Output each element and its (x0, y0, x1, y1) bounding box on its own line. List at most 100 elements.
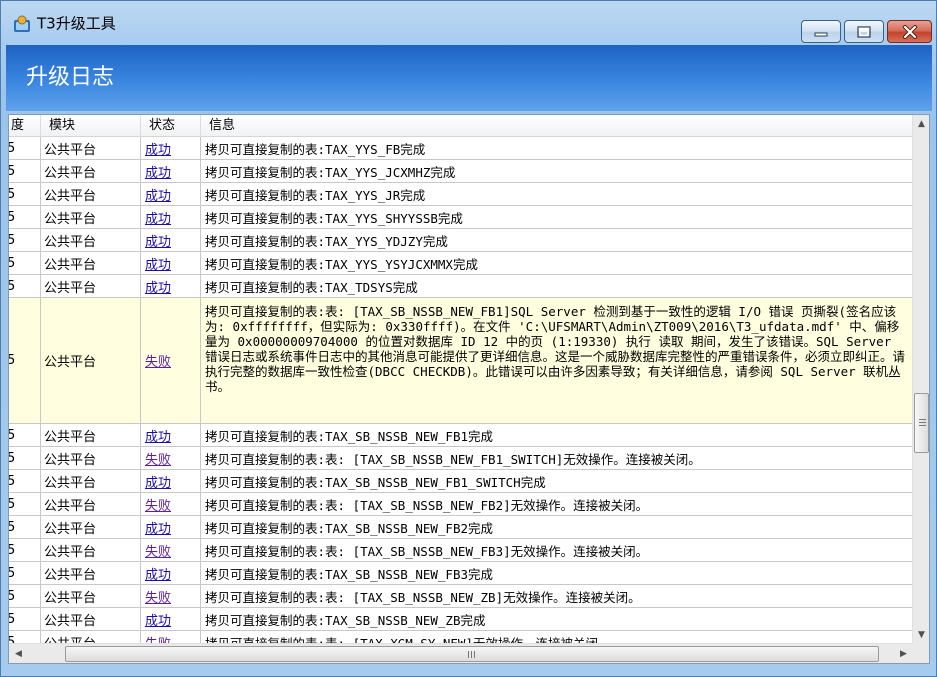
scroll-down-icon[interactable]: ▼ (913, 626, 929, 643)
cell-progress: 5 (9, 160, 41, 182)
table-row[interactable]: 5公共平台失败 拷贝可直接复制的表:表: [TAX_SB_NSSB_NEW_FB3… (9, 539, 913, 562)
cell-module: 公共平台 (41, 539, 141, 561)
table-row[interactable]: 5公共平台失败 拷贝可直接复制的表:表: [TAX_SB_NSSB_NEW_FB2… (9, 493, 913, 516)
status-link[interactable]: 成功 (145, 185, 171, 204)
status-link[interactable]: 成功 (145, 518, 171, 537)
table-row[interactable]: 5公共平台成功 拷贝可直接复制的表:TAX_YYS_SHYYSSB完成 (9, 206, 913, 229)
status-link[interactable]: 成功 (145, 472, 171, 491)
table-row[interactable]: 5公共平台失败 拷贝可直接复制的表:表: [TAX_XGM_SY_NEW]无效操作… (9, 631, 913, 643)
cell-status: 成功 (141, 275, 201, 297)
cell-progress: 5 (9, 298, 41, 423)
status-link[interactable]: 成功 (145, 254, 171, 273)
vertical-scroll-thumb[interactable] (914, 393, 929, 453)
grid-header: 度 模块 状态 信息 (9, 115, 913, 137)
status-link[interactable]: 失败 (145, 633, 171, 644)
status-link[interactable]: 成功 (145, 139, 171, 158)
cell-module: 公共平台 (41, 252, 141, 274)
title-bar[interactable]: T3升级工具 (1, 1, 936, 43)
cell-info: 拷贝可直接复制的表:表: [TAX_SB_NSSB_NEW_ZB]无效操作。连接… (205, 589, 641, 605)
minimize-button[interactable] (801, 20, 841, 43)
cell-status: 成功 (141, 424, 201, 446)
cell-module: 公共平台 (41, 608, 141, 630)
horizontal-scroll-thumb[interactable] (65, 646, 879, 662)
cell-info: 拷贝可直接复制的表:表: [TAX_SB_NSSB_NEW_FB3]无效操作。连… (205, 543, 649, 559)
status-link[interactable]: 失败 (145, 449, 171, 468)
column-header-module[interactable]: 模块 (41, 115, 141, 137)
window-title: T3升级工具 (37, 14, 116, 33)
cell-status: 失败 (141, 298, 201, 423)
cell-progress: 5 (9, 206, 41, 228)
cell-status: 成功 (141, 470, 201, 492)
table-row[interactable]: 5公共平台成功 拷贝可直接复制的表:TAX_YYS_YDJZY完成 (9, 229, 913, 252)
cell-info: 拷贝可直接复制的表:表: [TAX_SB_NSSB_NEW_FB1_SWITCH… (205, 451, 701, 467)
status-link[interactable]: 失败 (145, 587, 171, 606)
cell-info: 拷贝可直接复制的表:TAX_YYS_YSYJCXMMX完成 (205, 256, 478, 272)
cell-module: 公共平台 (41, 562, 141, 584)
cell-status: 失败 (141, 631, 201, 643)
cell-module: 公共平台 (41, 447, 141, 469)
cell-module: 公共平台 (41, 160, 141, 182)
status-link[interactable]: 成功 (145, 564, 171, 583)
table-row[interactable]: 5公共平台成功 拷贝可直接复制的表:TAX_SB_NSSB_NEW_FB2完成 (9, 516, 913, 539)
cell-progress: 5 (9, 539, 41, 561)
cell-info: 拷贝可直接复制的表:表: [TAX_SB_NSSB_NEW_FB1]SQL Se… (205, 304, 906, 394)
header-banner: 升级日志 (6, 45, 932, 111)
app-window: T3升级工具 升级日志 度 模块 状态 信息 公共平台 成功 拷贝可直接复制的表… (0, 0, 937, 677)
table-row[interactable]: 5公共平台成功 拷贝可直接复制的表:TAX_YYS_JR完成 (9, 183, 913, 206)
cell-status: 失败 (141, 493, 201, 515)
log-grid: 度 模块 状态 信息 5公共平台成功拷贝可直接复制的表:TAX_YYS_FB完成… (8, 114, 930, 664)
status-link[interactable]: 成功 (145, 162, 171, 181)
status-link[interactable]: 成功 (145, 610, 171, 629)
cell-info: 拷贝可直接复制的表:TAX_YYS_JCXMHZ完成 (205, 164, 456, 180)
table-row[interactable]: 5公共平台成功 拷贝可直接复制的表:TAX_YYS_JCXMHZ完成 (9, 160, 913, 183)
cell-status: 成功 (141, 516, 201, 538)
table-row[interactable]: 5公共平台失败 拷贝可直接复制的表:表: [TAX_SB_NSSB_NEW_ZB]… (9, 585, 913, 608)
cell-progress: 5 (9, 631, 41, 643)
horizontal-scrollbar[interactable]: ◀ ▶ (9, 643, 913, 663)
cell-module: 公共平台 (41, 298, 141, 423)
table-row[interactable]: 5公共平台成功 拷贝可直接复制的表:TAX_SB_NSSB_NEW_FB3完成 (9, 562, 913, 585)
cell-info: 拷贝可直接复制的表:TAX_SB_NSSB_NEW_FB1_SWITCH完成 (205, 474, 546, 490)
table-row[interactable]: 5公共平台成功 拷贝可直接复制的表:TAX_SB_NSSB_NEW_FB1完成 (9, 424, 913, 447)
scroll-up-icon[interactable]: ▲ (913, 115, 929, 132)
cell-progress: 5 (9, 229, 41, 251)
cell-info: 拷贝可直接复制的表:TAX_SB_NSSB_NEW_FB1完成 (205, 428, 494, 444)
cell-module: 公共平台 (41, 470, 141, 492)
table-row[interactable]: 5公共平台失败 拷贝可直接复制的表:表: [TAX_SB_NSSB_NEW_FB1… (9, 298, 913, 424)
table-row[interactable]: 5公共平台成功 拷贝可直接复制的表:TAX_SB_NSSB_NEW_ZB完成 (9, 608, 913, 631)
column-header-info[interactable]: 信息 (201, 115, 913, 137)
status-link[interactable]: 失败 (145, 541, 171, 560)
close-button[interactable] (887, 20, 932, 43)
scroll-corner (912, 643, 929, 663)
table-row[interactable]: 5公共平台成功 拷贝可直接复制的表:TAX_YYS_YSYJCXMMX完成 (9, 252, 913, 275)
status-link[interactable]: 成功 (145, 277, 171, 296)
status-link[interactable]: 成功 (145, 426, 171, 445)
cell-info: 拷贝可直接复制的表:TAX_YYS_FB完成 (205, 141, 426, 157)
maximize-icon (857, 25, 871, 38)
cell-progress: 5 (9, 252, 41, 274)
cell-module: 公共平台 (41, 631, 141, 643)
cell-status: 失败 (141, 447, 201, 469)
maximize-button[interactable] (844, 20, 884, 43)
cell-status: 成功 (141, 160, 201, 182)
scroll-right-icon[interactable]: ▶ (895, 645, 912, 662)
cell-progress: 5 (9, 585, 41, 607)
table-row[interactable]: 5公共平台成功 拷贝可直接复制的表:TAX_TDSYS完成 (9, 275, 913, 298)
vertical-scrollbar[interactable]: ▲ ▼ (912, 115, 929, 643)
table-row[interactable]: 5公共平台失败 拷贝可直接复制的表:表: [TAX_SB_NSSB_NEW_FB1… (9, 447, 913, 470)
cell-info: 拷贝可直接复制的表:TAX_SB_NSSB_NEW_FB2完成 (205, 520, 494, 536)
status-link[interactable]: 成功 (145, 231, 171, 250)
table-row[interactable]: 5公共平台成功 拷贝可直接复制的表:TAX_SB_NSSB_NEW_FB1_SWI… (9, 470, 913, 493)
status-link[interactable]: 失败 (145, 351, 171, 370)
column-header-status[interactable]: 状态 (141, 115, 201, 137)
cell-info: 拷贝可直接复制的表:TAX_YYS_YDJZY完成 (205, 233, 448, 249)
table-row[interactable]: 5公共平台成功 拷贝可直接复制的表:TAX_YYS_FB完成 (9, 137, 913, 160)
column-header-progress[interactable]: 度 (9, 115, 41, 137)
cell-module: 公共平台 (41, 424, 141, 446)
cell-progress: 5 (9, 493, 41, 515)
cell-info: 拷贝可直接复制的表:表: [TAX_SB_NSSB_NEW_FB2]无效操作。连… (205, 497, 649, 513)
status-link[interactable]: 成功 (145, 208, 171, 227)
scroll-left-icon[interactable]: ◀ (10, 645, 27, 662)
cell-status: 成功 (141, 229, 201, 251)
status-link[interactable]: 失败 (145, 495, 171, 514)
